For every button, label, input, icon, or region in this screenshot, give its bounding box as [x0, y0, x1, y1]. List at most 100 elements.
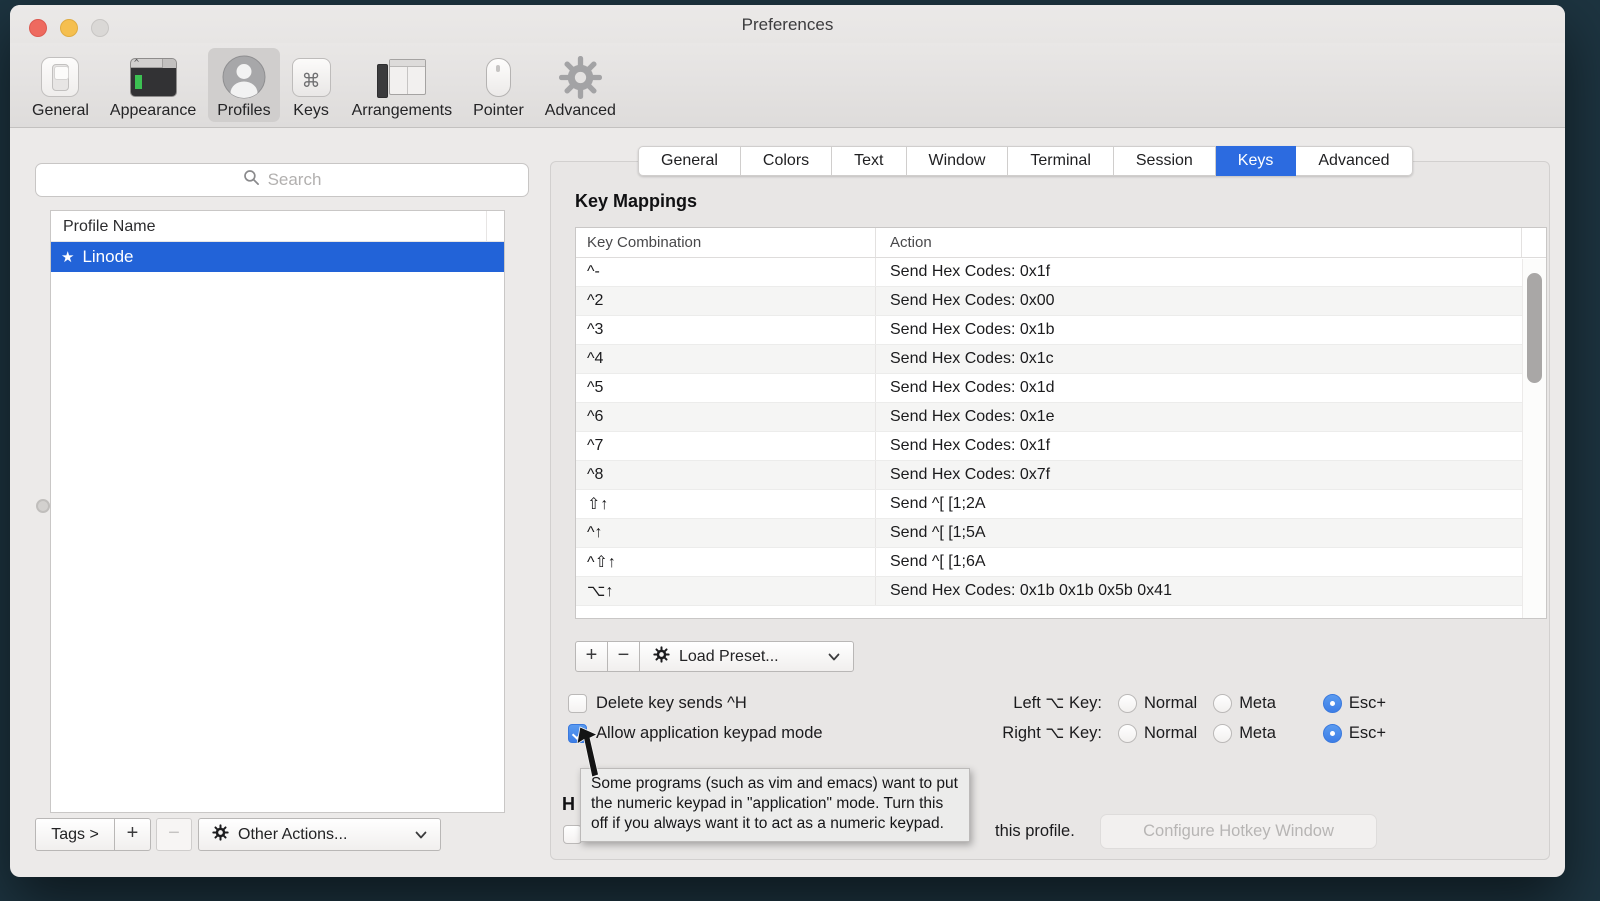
- radio-option-esc[interactable]: Esc+: [1323, 694, 1386, 713]
- option-key-label: Left ⌥ Key:: [968, 693, 1102, 713]
- key-combination-column-header[interactable]: Key Combination: [576, 228, 876, 257]
- radio-button[interactable]: [1323, 694, 1342, 713]
- radio-option-meta[interactable]: Meta: [1213, 694, 1276, 713]
- toolbar-item-arrangements[interactable]: Arrangements: [343, 48, 462, 122]
- tab-advanced[interactable]: Advanced: [1296, 146, 1412, 176]
- gear-icon: [212, 824, 229, 846]
- action-cell: Send ^[ [1;2A: [876, 490, 1546, 518]
- radio-button[interactable]: [1213, 694, 1232, 713]
- key-combination-cell: ^↑: [576, 519, 876, 547]
- table-row[interactable]: ^2Send Hex Codes: 0x00: [576, 287, 1546, 316]
- chevron-down-icon: [828, 648, 840, 666]
- key-combination-cell: ^2: [576, 287, 876, 315]
- radio-label: Meta: [1239, 694, 1276, 713]
- preferences-window: Preferences General Appearance: [10, 5, 1565, 877]
- table-row[interactable]: ⇧↑Send ^[ [1;2A: [576, 490, 1546, 519]
- radio-label: Normal: [1144, 724, 1197, 743]
- toolbar-item-label: General: [32, 102, 89, 120]
- toolbar-item-label: Profiles: [217, 102, 270, 120]
- search-input[interactable]: Search: [35, 163, 529, 197]
- tab-colors[interactable]: Colors: [741, 146, 832, 176]
- close-button[interactable]: [29, 19, 47, 37]
- remove-profile-button[interactable]: −: [156, 818, 192, 851]
- tab-general[interactable]: General: [638, 146, 741, 176]
- tags-button[interactable]: Tags >: [35, 818, 115, 851]
- table-row[interactable]: ^⇧↑Send ^[ [1;6A: [576, 548, 1546, 577]
- tooltip: Some programs (such as vim and emacs) wa…: [580, 768, 970, 842]
- table-row[interactable]: ^8Send Hex Codes: 0x7f: [576, 461, 1546, 490]
- title-bar: Preferences: [10, 5, 1565, 43]
- add-profile-button[interactable]: +: [114, 818, 151, 851]
- table-row[interactable]: ^6Send Hex Codes: 0x1e: [576, 403, 1546, 432]
- configure-hotkey-window-button[interactable]: Configure Hotkey Window: [1100, 814, 1377, 849]
- switch-icon: [41, 53, 79, 101]
- windows-icon: [377, 53, 427, 101]
- delete-key-checkbox[interactable]: [568, 694, 587, 713]
- profile-list-toolbar: Tags > + − Other Actions...: [35, 818, 441, 851]
- radio-option-normal[interactable]: Normal: [1118, 694, 1197, 713]
- table-row[interactable]: ⌥↑Send Hex Codes: 0x1b 0x1b 0x5b 0x41: [576, 577, 1546, 606]
- action-column-header[interactable]: Action: [876, 228, 1546, 257]
- radio-button[interactable]: [1118, 724, 1137, 743]
- vertical-scrollbar[interactable]: [1522, 259, 1546, 618]
- table-row[interactable]: ^↑Send ^[ [1;5A: [576, 519, 1546, 548]
- toolbar-item-appearance[interactable]: Appearance: [101, 48, 205, 122]
- search-placeholder: Search: [268, 170, 322, 190]
- action-cell: Send ^[ [1;6A: [876, 548, 1546, 576]
- option-key-label: Right ⌥ Key:: [968, 723, 1102, 743]
- toolbar-item-pointer[interactable]: Pointer: [464, 48, 533, 122]
- action-cell: Send Hex Codes: 0x1b 0x1b 0x5b 0x41: [876, 577, 1546, 605]
- radio-option-esc[interactable]: Esc+: [1323, 724, 1386, 743]
- remove-mapping-button[interactable]: −: [607, 641, 640, 672]
- toolbar-item-label: Arrangements: [352, 102, 453, 120]
- profile-list: Profile Name ★ Linode: [50, 210, 505, 813]
- action-cell: Send Hex Codes: 0x1f: [876, 258, 1546, 286]
- toolbar-item-profiles[interactable]: Profiles: [208, 48, 279, 122]
- radio-button[interactable]: [1213, 724, 1232, 743]
- load-preset-label: Load Preset...: [679, 648, 779, 666]
- zoom-button[interactable]: [91, 19, 109, 37]
- action-cell: Send ^[ [1;5A: [876, 519, 1546, 547]
- traffic-lights: [29, 19, 109, 37]
- table-row[interactable]: ^3Send Hex Codes: 0x1b: [576, 316, 1546, 345]
- tab-terminal[interactable]: Terminal: [1008, 146, 1113, 176]
- minimize-button[interactable]: [60, 19, 78, 37]
- toolbar-item-advanced[interactable]: Advanced: [536, 48, 625, 122]
- action-cell: Send Hex Codes: 0x00: [876, 287, 1546, 315]
- radio-button[interactable]: [1118, 694, 1137, 713]
- radio-label: Esc+: [1349, 694, 1386, 713]
- chevron-down-icon: [415, 826, 427, 844]
- tab-window[interactable]: Window: [907, 146, 1009, 176]
- radio-option-normal[interactable]: Normal: [1118, 724, 1197, 743]
- profile-row[interactable]: ★ Linode: [51, 242, 504, 272]
- toolbar-item-general[interactable]: General: [23, 48, 98, 122]
- load-preset-dropdown[interactable]: Load Preset...: [639, 641, 854, 672]
- mouse-icon: [486, 53, 511, 101]
- tab-session[interactable]: Session: [1114, 146, 1216, 176]
- tab-text[interactable]: Text: [832, 146, 906, 176]
- table-row[interactable]: ^-Send Hex Codes: 0x1f: [576, 258, 1546, 287]
- add-mapping-button[interactable]: +: [575, 641, 608, 672]
- table-row[interactable]: ^5Send Hex Codes: 0x1d: [576, 374, 1546, 403]
- profile-name-column-header[interactable]: Profile Name: [51, 211, 504, 242]
- hotkey-heading-partial: H: [562, 794, 575, 815]
- radio-option-meta[interactable]: Meta: [1213, 724, 1276, 743]
- toolbar-item-keys[interactable]: ⌘ Keys: [283, 48, 340, 122]
- radio-button[interactable]: [1323, 724, 1342, 743]
- key-combination-cell: ^7: [576, 432, 876, 460]
- person-icon: [222, 53, 266, 101]
- action-cell: Send Hex Codes: 0x1d: [876, 374, 1546, 402]
- mouse-cursor-icon: [576, 726, 606, 785]
- scrollbar-thumb[interactable]: [1527, 273, 1542, 383]
- other-actions-dropdown[interactable]: Other Actions...: [198, 818, 441, 851]
- pane-splitter-handle[interactable]: [36, 499, 50, 513]
- table-row[interactable]: ^7Send Hex Codes: 0x1f: [576, 432, 1546, 461]
- toolbar-item-label: Advanced: [545, 102, 616, 120]
- action-cell: Send Hex Codes: 0x7f: [876, 461, 1546, 489]
- action-cell: Send Hex Codes: 0x1e: [876, 403, 1546, 431]
- radio-label: Normal: [1144, 694, 1197, 713]
- table-row[interactable]: ^4Send Hex Codes: 0x1c: [576, 345, 1546, 374]
- tab-keys[interactable]: Keys: [1216, 146, 1297, 176]
- key-combination-cell: ⌥↑: [576, 577, 876, 605]
- key-mappings-heading: Key Mappings: [575, 191, 697, 212]
